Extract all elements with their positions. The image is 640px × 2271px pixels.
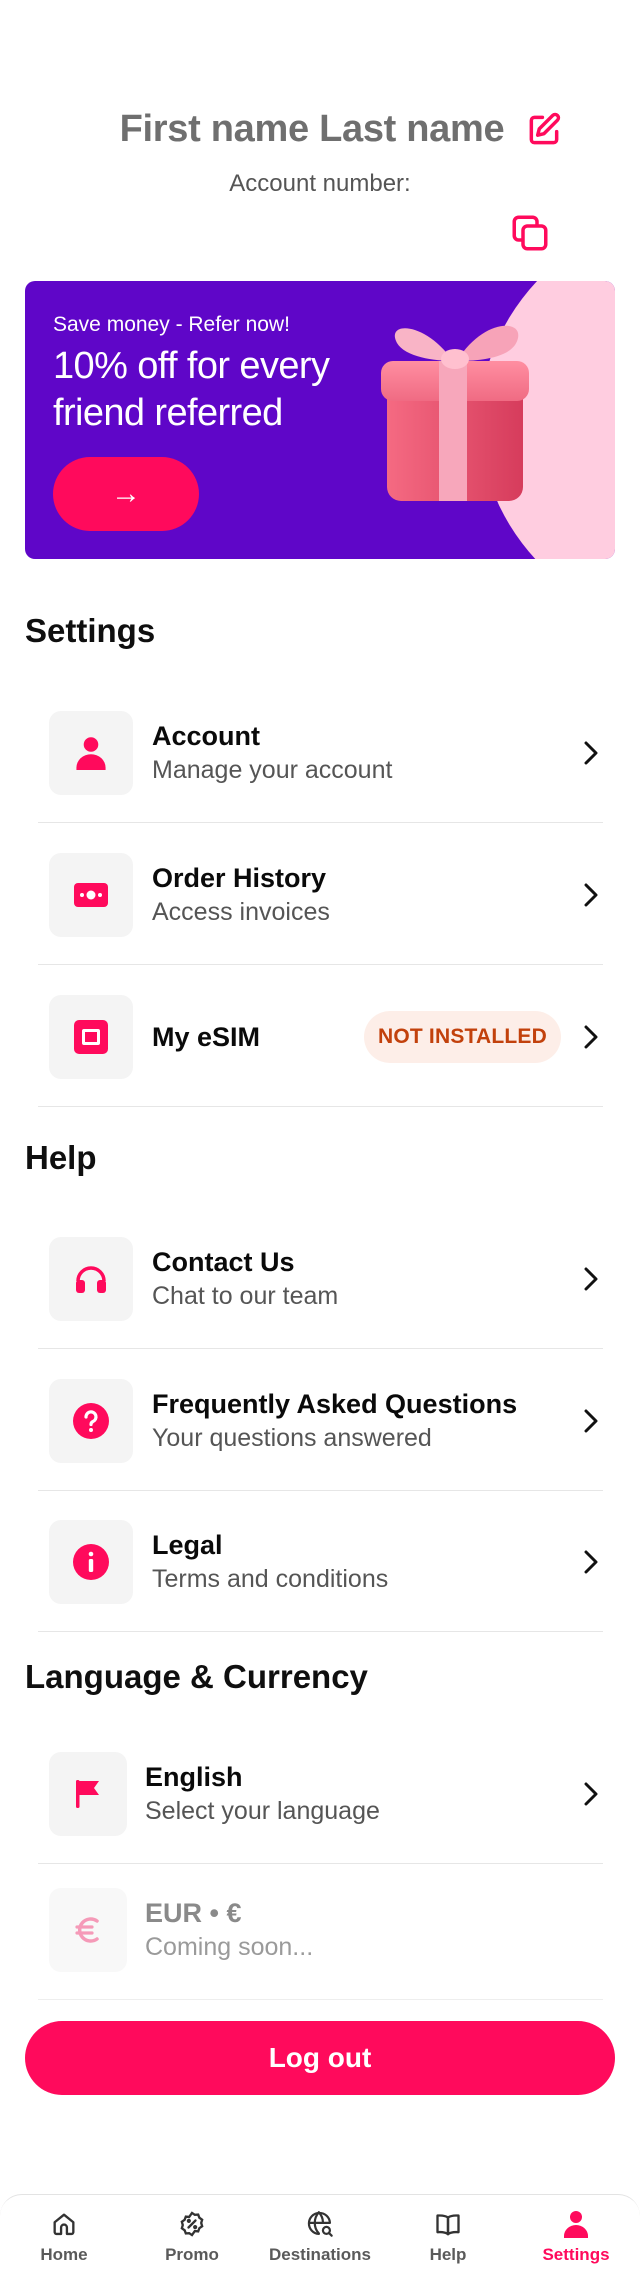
settings-item-order-history[interactable]: Order History Access invoices <box>38 825 603 965</box>
logout-button[interactable]: Log out <box>25 2021 615 2095</box>
copy-icon[interactable] <box>509 212 551 254</box>
help-item-faq[interactable]: Frequently Asked Questions Your question… <box>38 1351 603 1491</box>
language-currency-section-title: Language & Currency <box>25 1658 368 1695</box>
account-number-label: Account number: <box>229 170 411 197</box>
tab-home[interactable]: Home <box>0 2195 128 2271</box>
settings-section-title: Settings <box>25 612 156 649</box>
chevron-right-icon <box>579 1779 603 1809</box>
banner-arrow-button[interactable]: → <box>53 457 199 531</box>
item-title: Account <box>152 720 260 751</box>
gift-icon <box>381 325 529 501</box>
help-section-title: Help <box>25 1139 97 1176</box>
receipt-icon <box>49 852 133 937</box>
banner-title: 10% off for every friend referred <box>53 345 330 434</box>
tab-help[interactable]: Help <box>384 2195 512 2271</box>
item-title: Legal <box>152 1529 223 1560</box>
chevron-right-icon <box>579 1406 603 1436</box>
tab-label: Settings <box>542 2245 610 2264</box>
person-icon <box>49 710 133 795</box>
settings-item-my-esim[interactable]: My eSIM NOT INSTALLED <box>38 967 603 1107</box>
chevron-right-icon <box>579 1547 603 1577</box>
item-subtitle: Terms and conditions <box>152 1564 389 1593</box>
chevron-right-icon <box>579 738 603 768</box>
item-title: My eSIM <box>152 1021 261 1052</box>
help-item-legal[interactable]: Legal Terms and conditions <box>38 1492 603 1632</box>
edit-icon[interactable] <box>524 110 564 150</box>
item-subtitle: Select your language <box>145 1796 380 1825</box>
arrow-right-icon: → <box>111 477 141 510</box>
chevron-right-icon <box>579 880 603 910</box>
question-icon <box>49 1378 133 1463</box>
tab-destinations[interactable]: Destinations <box>256 2195 384 2271</box>
tab-label: Destinations <box>268 2245 372 2264</box>
flag-icon <box>49 1751 127 1836</box>
banner-kicker: Save money - Refer now! <box>53 313 290 336</box>
bottom-tab-bar: Home Promo Destinations Help Settings <box>0 2194 640 2271</box>
promo-badge-icon <box>177 2209 207 2239</box>
book-icon <box>433 2209 463 2239</box>
esim-status-badge: NOT INSTALLED <box>363 1010 561 1063</box>
headset-icon <box>49 1236 133 1321</box>
user-name: First name Last name <box>119 108 505 150</box>
item-subtitle: Chat to our team <box>152 1281 339 1310</box>
help-item-contact-us[interactable]: Contact Us Chat to our team <box>38 1209 603 1349</box>
euro-icon <box>49 1887 127 1972</box>
item-subtitle: Coming soon... <box>145 1932 314 1961</box>
tab-promo[interactable]: Promo <box>128 2195 256 2271</box>
item-title: EUR • € <box>145 1897 242 1928</box>
tab-label: Help <box>429 2245 467 2264</box>
profile-header: First name Last name Account number: <box>0 0 640 260</box>
item-title: English <box>145 1761 243 1792</box>
chevron-right-icon <box>579 1264 603 1294</box>
currency-item-eur: EUR • € Coming soon... <box>38 1860 603 2000</box>
tab-label: Home <box>40 2245 88 2264</box>
globe-search-icon <box>305 2209 335 2239</box>
settings-item-account[interactable]: Account Manage your account <box>38 683 603 823</box>
info-icon <box>49 1519 133 1604</box>
referral-banner[interactable]: Save money - Refer now! 10% off for ever… <box>25 281 615 559</box>
item-subtitle: Manage your account <box>152 755 393 784</box>
item-subtitle: Your questions answered <box>152 1423 432 1452</box>
home-icon <box>49 2209 79 2239</box>
chevron-right-icon <box>579 1022 603 1052</box>
tab-settings[interactable]: Settings <box>512 2195 640 2271</box>
tab-label: Promo <box>165 2245 219 2264</box>
item-title: Contact Us <box>152 1246 295 1277</box>
item-subtitle: Access invoices <box>152 897 330 926</box>
name-row: First name Last name <box>0 108 640 151</box>
item-title: Frequently Asked Questions <box>152 1388 518 1419</box>
person-icon <box>561 2209 591 2239</box>
sim-card-icon <box>49 994 133 1079</box>
item-title: Order History <box>152 862 327 893</box>
language-item-english[interactable]: English Select your language <box>38 1724 603 1864</box>
